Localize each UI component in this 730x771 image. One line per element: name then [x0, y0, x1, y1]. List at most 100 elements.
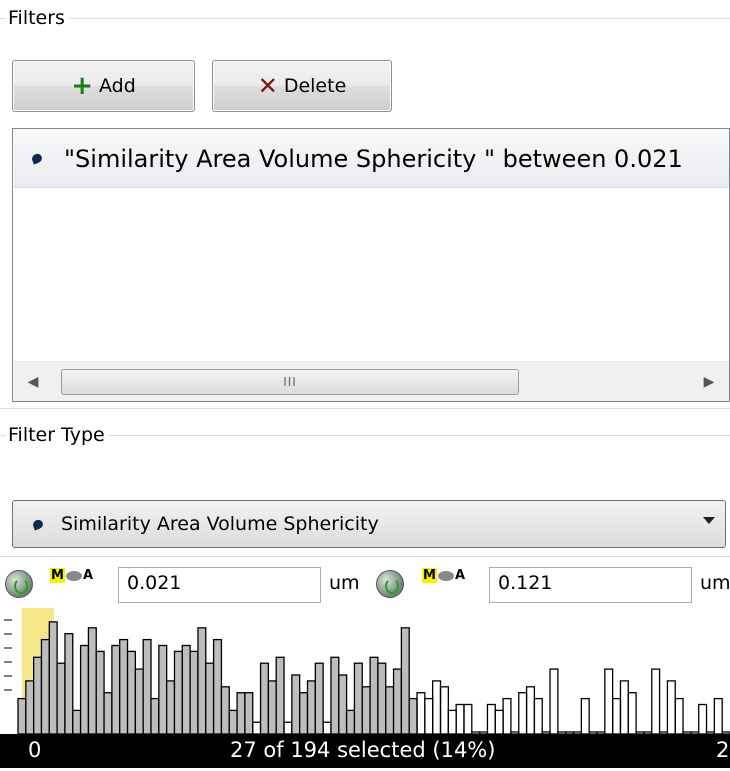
histogram-bar — [392, 668, 403, 734]
histogram-bar — [142, 638, 152, 734]
histogram-bar — [111, 644, 121, 734]
histogram-bar — [166, 680, 176, 734]
histogram-bar — [103, 692, 113, 734]
histogram-bar — [25, 680, 35, 734]
histogram-bar — [361, 686, 371, 734]
histogram-bar — [283, 721, 293, 734]
apply-upper-icon[interactable] — [376, 570, 404, 598]
filters-group-border — [0, 18, 730, 19]
histogram-bar — [713, 697, 723, 734]
lower-unit-label: um — [329, 572, 360, 594]
delete-filter-button[interactable]: ✕ Delete — [212, 60, 392, 112]
histogram-bar — [322, 721, 332, 734]
scroll-left-icon[interactable]: ◀ — [13, 362, 53, 401]
histogram-bar — [338, 674, 348, 734]
histogram-bar — [244, 692, 254, 734]
filter-list-item[interactable]: "Similarity Area Volume Sphericity " bet… — [14, 130, 729, 188]
upper-unit-label: um — [700, 572, 730, 594]
histogram-bar — [173, 650, 183, 734]
histogram-bar — [48, 621, 58, 734]
histogram-bar — [79, 644, 90, 734]
histogram-bar — [306, 680, 316, 734]
histogram-bar — [627, 692, 637, 734]
histogram-bar — [486, 703, 496, 734]
group-separator — [0, 408, 730, 409]
histogram-bar — [259, 662, 270, 734]
filter-type-select[interactable]: Similarity Area Volume Sphericity — [12, 500, 726, 548]
histogram[interactable] — [0, 608, 730, 734]
histogram-bar — [518, 692, 528, 734]
upper-threshold-input[interactable]: 0.121 — [489, 567, 692, 603]
histogram-bar — [181, 644, 191, 734]
histogram-bar — [40, 638, 50, 734]
filter-list-item-label: "Similarity Area Volume Sphericity " bet… — [64, 144, 683, 173]
histogram-bar — [56, 662, 66, 734]
histogram-status: 27 of 194 selected (14%) — [230, 738, 496, 762]
histogram-bar — [189, 650, 199, 734]
histogram-bar — [205, 662, 215, 734]
chevron-down-icon[interactable] — [703, 517, 715, 524]
histogram-bar — [533, 697, 543, 734]
histogram-status-bar: 0 27 of 194 selected (14%) 2 — [0, 734, 730, 768]
filter-type-group-title: Filter Type — [6, 424, 109, 446]
filter-type-group-border — [0, 435, 730, 436]
histogram-bar — [698, 703, 708, 734]
histogram-bar — [549, 668, 559, 734]
histogram-bar — [604, 668, 614, 734]
histogram-bar — [197, 627, 207, 734]
histogram-bar — [275, 656, 285, 734]
histogram-bar — [525, 686, 536, 734]
histogram-bar — [299, 692, 309, 734]
histogram-bar — [158, 644, 168, 734]
histogram-bar — [377, 662, 387, 734]
filter-bullet-icon — [30, 152, 44, 165]
histogram-bar — [72, 709, 82, 734]
histogram-bar — [463, 703, 473, 734]
filter-type-select-value: Similarity Area Volume Sphericity — [61, 513, 379, 535]
horizontal-scrollbar[interactable]: ◀ III ▶ — [13, 361, 729, 401]
apply-lower-icon[interactable] — [5, 570, 33, 598]
histogram-bar — [150, 697, 160, 734]
histogram-bar — [494, 709, 504, 734]
histogram-bar — [424, 697, 434, 734]
histogram-bar — [439, 686, 449, 734]
histogram-bar — [291, 674, 301, 734]
histogram-bar — [400, 627, 410, 734]
histogram-bar — [674, 697, 684, 734]
histogram-bar — [447, 709, 457, 734]
filter-type-bullet-icon — [31, 518, 45, 530]
lower-mode-toggle-icon[interactable]: MA — [50, 568, 93, 583]
histogram-bar — [134, 668, 144, 734]
x-icon: ✕ — [257, 72, 278, 100]
histogram-bar — [432, 680, 442, 734]
histogram-bar — [126, 650, 137, 734]
histogram-bar — [64, 633, 74, 734]
scroll-grip: III — [283, 375, 297, 389]
histogram-bar — [369, 656, 379, 734]
histogram-bar — [330, 656, 340, 734]
lower-threshold-input[interactable]: 0.021 — [118, 567, 321, 603]
histogram-bar — [236, 692, 246, 734]
combo-separator — [0, 556, 730, 557]
histogram-bar — [212, 638, 223, 734]
histogram-bar — [502, 697, 512, 734]
histogram-bar — [267, 680, 277, 734]
histogram-bar — [33, 656, 43, 734]
histogram-bar — [353, 662, 363, 734]
add-filter-button[interactable]: + Add — [12, 60, 195, 112]
histogram-bar — [314, 662, 324, 734]
histogram-bar — [228, 709, 238, 734]
scroll-right-icon[interactable]: ▶ — [689, 362, 729, 401]
scroll-thumb[interactable]: III — [61, 369, 519, 395]
histogram-bar — [619, 680, 629, 734]
filter-list[interactable]: "Similarity Area Volume Sphericity " bet… — [12, 128, 730, 402]
histogram-bar — [17, 697, 27, 734]
histogram-min-label: 0 — [28, 738, 42, 762]
histogram-bar — [252, 721, 262, 734]
histogram-bar — [385, 686, 395, 734]
histogram-bar — [455, 703, 465, 734]
range-row: MA 0.021 um MA 0.121 um — [0, 564, 730, 604]
histogram-bar — [345, 709, 356, 734]
upper-mode-toggle-icon[interactable]: MA — [422, 568, 465, 583]
filters-group-title: Filters — [6, 7, 69, 29]
